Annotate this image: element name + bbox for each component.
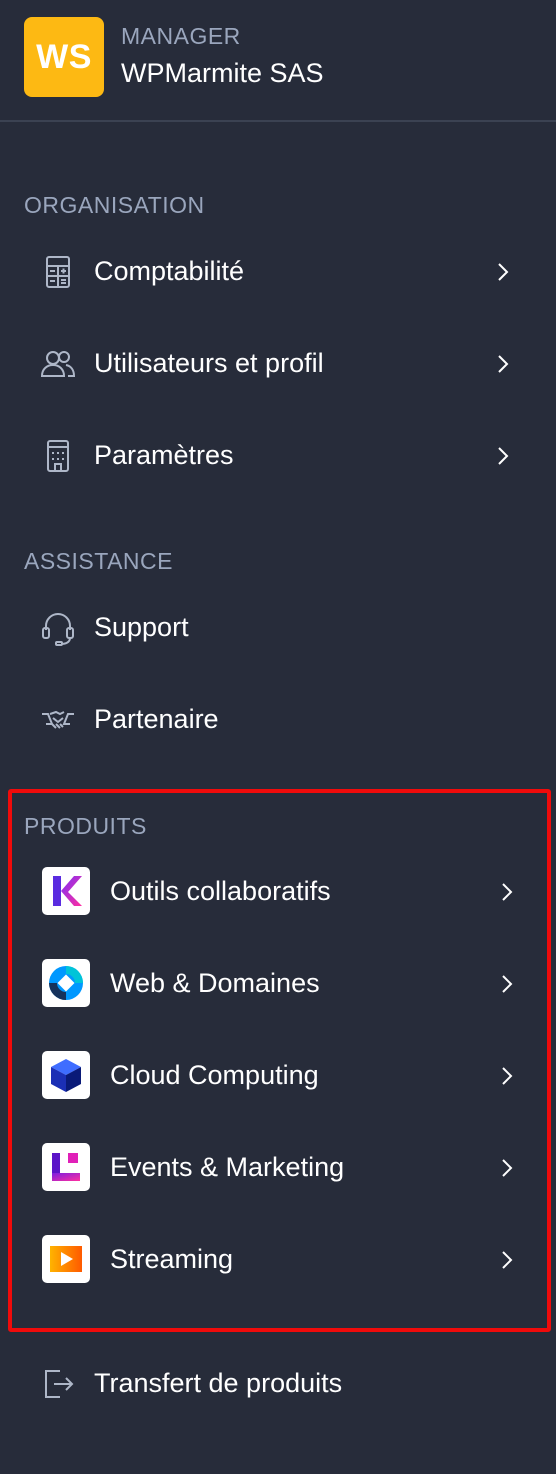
web-logo-icon (42, 959, 90, 1007)
chevron-right-icon (502, 1251, 513, 1269)
streaming-play-logo-icon (42, 1235, 90, 1283)
events-logo-icon (42, 1143, 90, 1191)
menu-item-label: Comptabilité (94, 256, 245, 286)
product-item-streaming[interactable]: Streaming (36, 1220, 524, 1300)
account-header[interactable]: WS MANAGER WPMarmite SAS (0, 0, 556, 122)
menu-item-label: Utilisateurs et profil (94, 348, 324, 378)
chevron-right-icon (502, 975, 513, 993)
product-item-cloud-computing[interactable]: Cloud Computing (36, 1036, 524, 1116)
menu-item-comptabilite[interactable]: Comptabilité (24, 232, 524, 312)
handshake-icon (42, 710, 74, 729)
calculator-icon (46, 256, 70, 288)
chevron-right-icon (498, 263, 509, 281)
product-label: Events & Marketing (110, 1152, 345, 1182)
menu-item-label: Support (94, 612, 189, 642)
menu-item-parametres[interactable]: Paramètres (24, 416, 524, 496)
account-company: WPMarmite SAS (121, 58, 324, 88)
chevron-right-icon (498, 447, 509, 465)
menu-item-utilisateurs[interactable]: Utilisateurs et profil (24, 324, 524, 404)
kdrive-logo-icon (42, 867, 90, 915)
section-title-produits: PRODUITS (24, 813, 147, 839)
menu-item-label: Transfert de produits (94, 1368, 343, 1398)
menu-item-support[interactable]: Support (24, 588, 524, 668)
account-role: MANAGER (121, 23, 241, 49)
section-title-assistance: ASSISTANCE (24, 548, 173, 574)
exit-icon (45, 1370, 74, 1398)
menu-item-label: Partenaire (94, 704, 219, 734)
users-icon (40, 351, 76, 377)
product-item-outils-collaboratifs[interactable]: Outils collaboratifs (36, 852, 524, 932)
product-item-events-marketing[interactable]: Events & Marketing (36, 1128, 524, 1208)
headset-icon (42, 613, 74, 646)
chevron-right-icon (502, 1067, 513, 1085)
chevron-right-icon (502, 883, 513, 901)
product-label: Web & Domaines (110, 968, 320, 998)
product-label: Cloud Computing (110, 1060, 319, 1090)
product-label: Outils collaboratifs (110, 876, 331, 906)
building-icon (47, 440, 69, 472)
product-item-web-domaines[interactable]: Web & Domaines (36, 944, 524, 1024)
chevron-right-icon (502, 1159, 513, 1177)
cloud-cube-logo-icon (42, 1051, 90, 1099)
chevron-right-icon (498, 355, 509, 373)
menu-item-partenaire[interactable]: Partenaire (24, 680, 524, 760)
menu-item-transfert-produits[interactable]: Transfert de produits (24, 1344, 524, 1424)
product-label: Streaming (110, 1244, 234, 1274)
menu-item-label: Paramètres (94, 440, 234, 470)
account-avatar: WS (24, 17, 104, 97)
section-title-organisation: ORGANISATION (24, 192, 205, 218)
